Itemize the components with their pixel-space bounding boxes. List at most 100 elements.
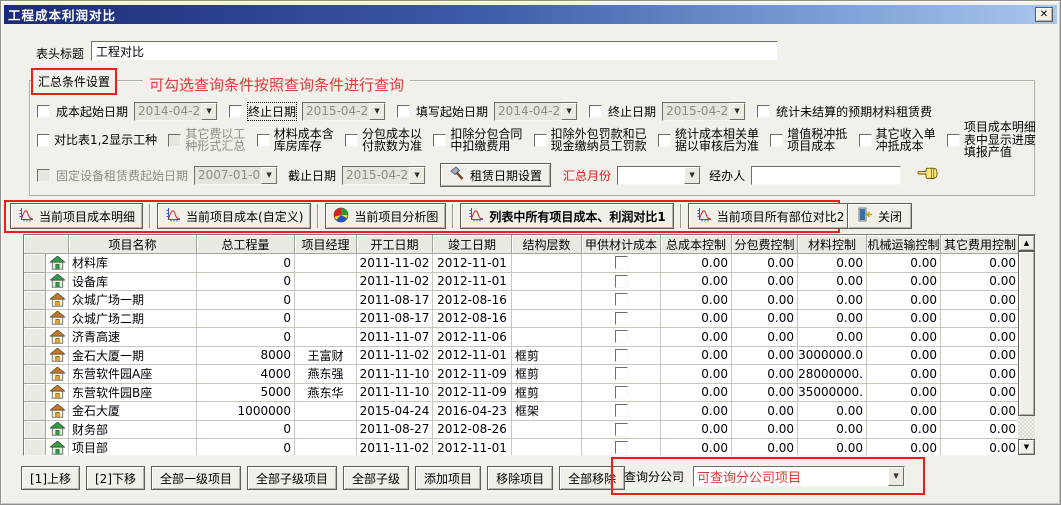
scroll-up-button[interactable]: ▲ (1018, 235, 1035, 251)
row-selector-cell[interactable] (24, 365, 46, 384)
table-row[interactable]: 项目部 0 2011-11-02 2012-11-01 0.00 0.00 0.… (24, 439, 1035, 456)
table-row[interactable]: 材料库 0 2011-11-02 2012-11-01 0.00 0.00 0.… (24, 254, 1035, 273)
footer-button[interactable]: [1]上移 (21, 466, 80, 490)
column-header-structure-floors[interactable]: 结构层数 (512, 235, 582, 254)
dropdown-arrow-icon[interactable]: ▼ (409, 167, 425, 184)
cost-end-date-combo[interactable]: 2015-04-29 ▼ (302, 102, 386, 121)
supply-material-checkbox[interactable] (615, 404, 628, 417)
current-project-analysis-chart-button[interactable]: 当前项目分析图 (325, 203, 446, 229)
close-button[interactable]: ✕ (1035, 7, 1053, 22)
column-header-start-date[interactable]: 开工日期 (357, 235, 433, 254)
option-checkbox[interactable] (658, 134, 671, 147)
cell-project-name: 东营软件园A座 (69, 365, 197, 384)
row-selector-cell[interactable] (24, 347, 46, 366)
dropdown-arrow-icon[interactable]: ▼ (729, 103, 745, 120)
current-project-cost-detail-button[interactable]: 当前项目成本明细 (10, 203, 143, 229)
row-selector-cell[interactable] (24, 291, 46, 310)
table-row[interactable]: 东营软件园B座 5000 燕东华 2011-11-10 2012-11-09 框… (24, 384, 1035, 403)
column-header-total-quantity[interactable]: 总工程量 (197, 235, 295, 254)
row-selector-cell[interactable] (24, 273, 46, 292)
supply-material-checkbox[interactable] (615, 367, 628, 380)
table-row[interactable]: 东营软件园A座 4000 燕东强 2011-11-10 2012-11-09 框… (24, 365, 1035, 384)
table-row[interactable]: 金石大厦 1000000 2015-04-24 2016-04-23 框架 0.… (24, 402, 1035, 421)
option-checkbox[interactable] (257, 134, 270, 147)
table-row[interactable]: 济青高速 0 2011-11-07 2012-11-06 0.00 0.00 0… (24, 328, 1035, 347)
option-checkbox[interactable] (770, 134, 783, 147)
column-header-subcontract-control[interactable]: 分包费控制 (732, 235, 798, 254)
supply-material-checkbox[interactable] (615, 330, 628, 343)
dropdown-arrow-icon[interactable]: ▼ (684, 167, 700, 184)
footer-button[interactable]: 添加项目 (415, 466, 481, 490)
column-header-total-cost-control[interactable]: 总成本控制 (661, 235, 732, 254)
fill-end-date-checkbox[interactable] (589, 105, 602, 118)
fill-start-date-checkbox[interactable] (397, 105, 410, 118)
supply-material-checkbox[interactable] (615, 312, 628, 325)
dropdown-arrow-icon[interactable]: ▼ (888, 467, 904, 486)
supply-material-checkbox[interactable] (615, 293, 628, 306)
fixed-rental-end-combo[interactable]: 2015-04-29 ▼ (342, 166, 426, 185)
fixed-rental-start-combo[interactable]: 2007-01-01 ▼ (194, 166, 278, 185)
row-selector-cell[interactable] (24, 328, 46, 347)
fixed-rental-checkbox[interactable] (37, 169, 50, 182)
footer-button[interactable]: 移除项目 (487, 466, 553, 490)
row-selector-cell[interactable] (24, 421, 46, 440)
fill-end-date-combo[interactable]: 2015-04-29 ▼ (662, 102, 746, 121)
row-selector-cell[interactable] (24, 254, 46, 273)
all-projects-cost-profit-compare-button[interactable]: 列表中所有项目成本、利润对比1 (460, 203, 673, 229)
table-row[interactable]: 众城广场二期 0 2011-08-17 2012-08-16 0.00 0.00… (24, 310, 1035, 329)
option-checkbox[interactable] (168, 134, 181, 147)
current-project-cost-custom-button[interactable]: 当前项目成本(自定义) (157, 203, 311, 229)
table-row[interactable]: 金石大厦一期 8000 王富财 2011-11-02 2012-11-01 框剪… (24, 347, 1035, 366)
supply-material-checkbox[interactable] (615, 275, 628, 288)
vertical-scrollbar[interactable]: ▲ ▼ (1018, 235, 1035, 455)
summary-month-combo[interactable]: ▼ (617, 166, 701, 185)
footer-button[interactable]: 全部子级 (343, 466, 409, 490)
cost-start-date-checkbox[interactable] (37, 105, 50, 118)
supply-material-checkbox[interactable] (615, 349, 628, 362)
option-checkbox[interactable] (37, 134, 50, 147)
column-header-project-name[interactable]: 项目名称 (69, 235, 197, 254)
column-header-other-cost-control[interactable]: 其它费用控制 (941, 235, 1020, 254)
scroll-down-button[interactable]: ▼ (1018, 439, 1035, 455)
option-checkbox[interactable] (345, 134, 358, 147)
close-dialog-button[interactable]: 关闭 (847, 203, 912, 229)
table-row[interactable]: 财务部 0 2011-08-27 2012-08-26 0.00 0.00 0.… (24, 421, 1035, 440)
column-header-completion-date[interactable]: 竣工日期 (433, 235, 512, 254)
column-header-owner-supplied-material[interactable]: 甲供材计成本 (582, 235, 661, 254)
dropdown-arrow-icon[interactable]: ▼ (261, 167, 277, 184)
footer-button[interactable]: 全部一级项目 (151, 466, 241, 490)
cost-start-date-combo[interactable]: 2014-04-29 ▼ (134, 102, 218, 121)
table-row[interactable]: 设备库 0 2011-11-02 2012-11-01 0.00 0.00 0.… (24, 273, 1035, 292)
row-selector-cell[interactable] (24, 310, 46, 329)
footer-button[interactable]: 全部子级项目 (247, 466, 337, 490)
operator-input[interactable] (751, 166, 901, 185)
supply-material-checkbox[interactable] (615, 256, 628, 269)
row-selector-cell[interactable] (24, 402, 46, 421)
option-checkbox[interactable] (433, 134, 446, 147)
row-selector-cell[interactable] (24, 439, 46, 456)
table-row[interactable]: 众城广场一期 0 2011-08-17 2012-08-16 0.00 0.00… (24, 291, 1035, 310)
dropdown-arrow-icon[interactable]: ▼ (369, 103, 385, 120)
current-project-parts-compare-button[interactable]: 当前项目所有部位对比2 (688, 203, 853, 229)
header-title-input[interactable]: 工程对比 (91, 41, 778, 61)
title-bar[interactable]: 工程成本利润对比 ✕ (4, 5, 1057, 24)
rental-date-settings-button[interactable]: 租赁日期设置 (440, 163, 551, 187)
branch-query-combo[interactable]: 可查询分公司项目 ▼ (693, 466, 905, 487)
cost-end-date-checkbox[interactable] (229, 105, 242, 118)
footer-button[interactable]: [2]下移 (86, 466, 145, 490)
fill-start-date-combo[interactable]: 2014-04-29 ▼ (494, 102, 578, 121)
supply-material-checkbox[interactable] (615, 386, 628, 399)
rental-flag-checkbox[interactable] (757, 105, 770, 118)
dropdown-arrow-icon[interactable]: ▼ (201, 103, 217, 120)
supply-material-checkbox[interactable] (615, 423, 628, 436)
dropdown-arrow-icon[interactable]: ▼ (561, 103, 577, 120)
column-header-material-control[interactable]: 材料控制 (798, 235, 867, 254)
column-header-machine-transport-control[interactable]: 机械运输控制 (867, 235, 941, 254)
option-checkbox[interactable] (859, 134, 872, 147)
option-checkbox[interactable] (534, 134, 547, 147)
scrollbar-thumb[interactable] (1018, 251, 1035, 416)
column-header-project-manager[interactable]: 项目经理 (295, 235, 357, 254)
option-checkbox[interactable] (947, 134, 960, 147)
row-selector-cell[interactable] (24, 384, 46, 403)
supply-material-checkbox[interactable] (615, 441, 628, 454)
